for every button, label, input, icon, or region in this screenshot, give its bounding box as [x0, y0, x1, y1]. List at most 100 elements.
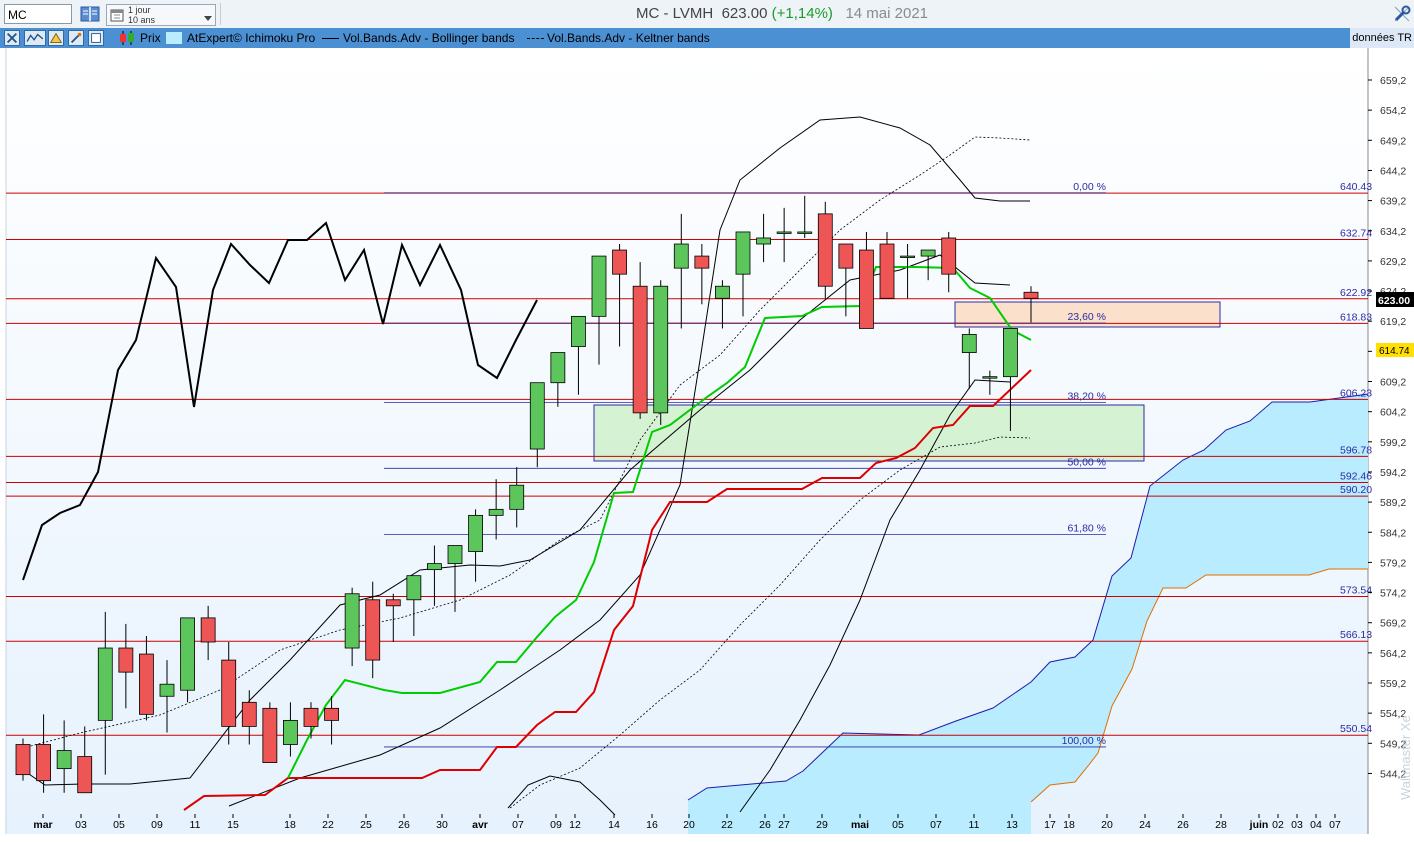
candle-body[interactable] [385, 599, 401, 607]
candle-body[interactable] [941, 237, 957, 275]
y-tick-label: 589,2 [1380, 497, 1406, 509]
drawing-icon[interactable] [48, 30, 64, 46]
candle-body[interactable] [303, 707, 319, 727]
candle-body[interactable] [817, 213, 833, 287]
candle-body[interactable] [200, 617, 216, 643]
candle-body[interactable] [571, 315, 586, 347]
legend-keltner[interactable]: Vol.Bands.Adv - Keltner bands [547, 30, 710, 46]
candle-body[interactable] [591, 255, 607, 317]
candle-body[interactable] [344, 593, 360, 649]
x-tick-label: 24 [1139, 819, 1151, 831]
candle-body[interactable] [1003, 328, 1018, 378]
price-chart[interactable]: 640.43 632.74 622.92 618.83 606.23 596.78 592.… [0, 48, 1414, 842]
candle-body[interactable] [77, 756, 93, 794]
y-tick-label: 604,2 [1380, 407, 1406, 419]
indicator-icon[interactable] [24, 30, 46, 46]
x-tick-label: 09 [151, 819, 163, 831]
candle-body[interactable] [118, 647, 134, 673]
legend-ichimoku[interactable]: AtExpert© Ichimoku Pro [187, 30, 315, 46]
x-tick-label: 30 [436, 819, 448, 831]
candle-body[interactable] [879, 243, 895, 299]
x-tick-label: 14 [608, 819, 620, 831]
fibonacci-label: 0,00 % [1073, 181, 1106, 193]
book-icon[interactable] [80, 5, 100, 23]
candle-body[interactable] [324, 707, 339, 721]
y-tick-label: 644,2 [1380, 165, 1406, 177]
candle-body[interactable] [653, 285, 669, 414]
x-tick-label: 07 [930, 819, 942, 831]
candle-body[interactable] [900, 255, 915, 258]
x-tick-label: 26 [759, 819, 771, 831]
candle-body[interactable] [159, 683, 175, 697]
candle-body[interactable] [694, 255, 710, 269]
candle-body[interactable] [735, 231, 751, 275]
square-icon[interactable] [88, 30, 104, 46]
candle-body[interactable] [180, 617, 195, 691]
keltner-swatch [527, 38, 544, 39]
candle-body[interactable] [262, 707, 278, 763]
quote-date: 14 mai 2021 [845, 5, 929, 22]
y-tick-label: 654,2 [1380, 105, 1406, 117]
x-tick-label: 02 [1272, 819, 1284, 831]
candle-body[interactable] [756, 237, 771, 245]
period-selector[interactable]: 1 jour 10 ans [106, 4, 216, 26]
candle-body[interactable] [859, 249, 874, 329]
candle-body[interactable] [406, 575, 422, 601]
y-tick-label: 634,2 [1380, 226, 1406, 238]
candle-body[interactable] [550, 352, 566, 384]
candle-body[interactable] [447, 545, 463, 565]
data-source: données TR [1350, 28, 1414, 48]
candle-body[interactable] [715, 285, 730, 299]
candle-body[interactable] [427, 563, 442, 571]
x-tick-label: 13 [1006, 819, 1018, 831]
level-label: 573.54 [1340, 585, 1372, 597]
x-tick-label: 26 [398, 819, 410, 831]
candle-body[interactable] [776, 231, 792, 234]
candle-body[interactable] [632, 285, 648, 414]
fibonacci-label: 50,00 % [1067, 456, 1106, 468]
x-tick-label: 18 [1063, 819, 1075, 831]
candle-body[interactable] [15, 744, 31, 776]
candle-body[interactable] [961, 334, 977, 353]
fibonacci-label: 23,60 % [1067, 311, 1106, 323]
candle-body[interactable] [797, 231, 813, 234]
candle-body[interactable] [982, 376, 998, 379]
x-tick-label: 20 [683, 819, 695, 831]
candle-body[interactable] [97, 647, 113, 721]
x-tick-label: 04 [1310, 819, 1322, 831]
candle-body[interactable] [1023, 291, 1039, 299]
candle-body[interactable] [673, 243, 689, 269]
tools-icon[interactable] [4, 30, 20, 46]
chevron-down-icon[interactable] [204, 16, 212, 21]
candle-body[interactable] [920, 249, 936, 257]
candle-body[interactable] [139, 653, 154, 715]
candle-body[interactable] [241, 701, 257, 727]
y-tick-label: 594,2 [1380, 467, 1406, 479]
candle-body[interactable] [365, 599, 381, 661]
draw-icon[interactable] [68, 30, 84, 46]
y-tick-label: 609,2 [1380, 377, 1406, 389]
level-label: 566.13 [1340, 629, 1372, 641]
x-tick-label: 07 [1329, 819, 1341, 831]
candle-body[interactable] [838, 243, 854, 269]
legend-bollinger[interactable]: Vol.Bands.Adv - Bollinger bands [343, 30, 514, 46]
level-tag: 614.74 [1379, 346, 1410, 357]
candle-body[interactable] [612, 249, 627, 275]
instrument-title: MC - LVMH 623.00 (+1,14%) 14 mai 2021 [636, 5, 928, 23]
y-tick-label: 559,2 [1380, 678, 1406, 690]
candle-body[interactable] [283, 719, 298, 745]
candle-body[interactable] [221, 659, 237, 727]
x-tick-label: 26 [1177, 819, 1189, 831]
level-label: 640.43 [1340, 181, 1372, 193]
legend-prix[interactable]: Prix [140, 30, 161, 46]
symbol-input[interactable]: MC [4, 4, 72, 24]
candle-body[interactable] [36, 744, 51, 782]
x-tick-label: 03 [1291, 819, 1303, 831]
wrench-icon[interactable] [1392, 4, 1412, 24]
candle-body[interactable] [529, 382, 545, 450]
top-bar: MC 1 jour 10 ans MC - LVMH 623.00 (+1,14… [0, 0, 1414, 29]
candle-body[interactable] [488, 508, 504, 516]
candle-body[interactable] [468, 514, 483, 552]
candle-body[interactable] [56, 750, 72, 770]
candle-body[interactable] [509, 484, 525, 510]
